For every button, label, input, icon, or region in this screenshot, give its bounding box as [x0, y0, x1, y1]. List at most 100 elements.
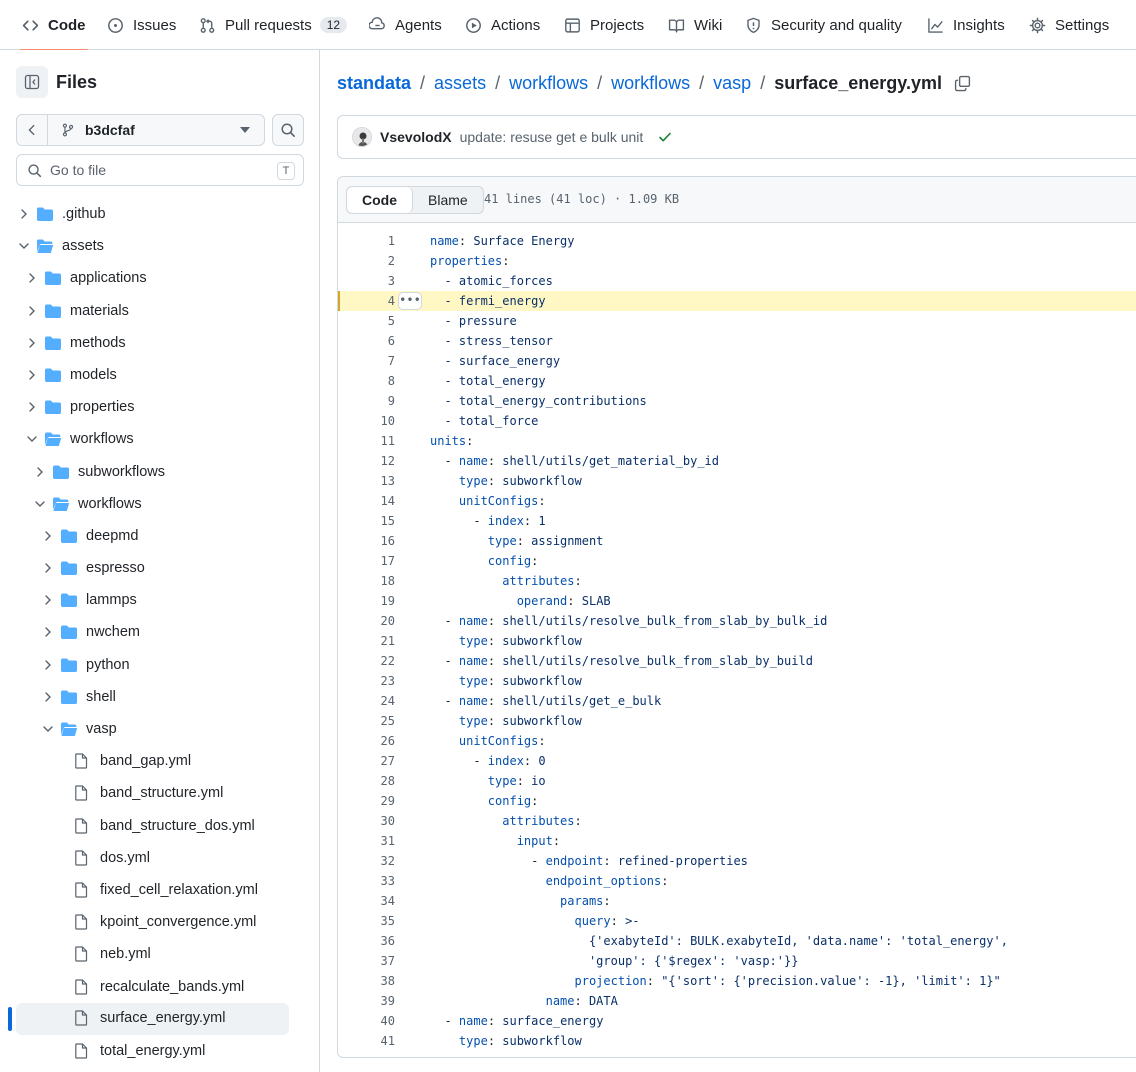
line-number[interactable]: 10 — [338, 414, 395, 428]
chevron-right-icon[interactable] — [32, 464, 48, 480]
tree-file-item[interactable]: band_gap.yml — [72, 746, 191, 776]
line-number[interactable]: 9 — [338, 394, 395, 408]
line-number[interactable]: 16 — [338, 534, 395, 548]
line-number[interactable]: 39 — [338, 994, 395, 1008]
tree-file-item[interactable]: band_structure.yml — [72, 778, 223, 808]
line-number[interactable]: 32 — [338, 854, 395, 868]
chevron-right-icon[interactable] — [24, 399, 40, 415]
tab-settings[interactable]: Settings — [1029, 0, 1109, 50]
line-number[interactable]: 36 — [338, 934, 395, 948]
line-number[interactable]: 24 — [338, 694, 395, 708]
line-number[interactable]: 22 — [338, 654, 395, 668]
breadcrumb-link[interactable]: workflows — [509, 73, 588, 94]
tab-projects[interactable]: Projects — [564, 0, 644, 50]
line-number[interactable]: 17 — [338, 554, 395, 568]
tree-file-item[interactable]: recalculate_bands.yml — [72, 972, 244, 1002]
tree-folder-item[interactable]: workflows — [32, 489, 142, 519]
tree-folder-item[interactable]: materials — [24, 296, 129, 326]
chevron-right-icon[interactable] — [40, 560, 56, 576]
tree-folder-item[interactable]: vasp — [40, 714, 117, 744]
line-number[interactable]: 38 — [338, 974, 395, 988]
line-number[interactable]: 5 — [338, 314, 395, 328]
line-number[interactable]: 27 — [338, 754, 395, 768]
tree-folder-item[interactable]: models — [24, 360, 117, 390]
line-number[interactable]: 41 — [338, 1034, 395, 1048]
branch-selector[interactable]: b3dcfaf — [47, 114, 265, 146]
tab-code[interactable]: Code — [20, 0, 87, 51]
tab-wiki[interactable]: Wiki — [668, 0, 722, 50]
tree-file-item[interactable]: neb.yml — [72, 939, 151, 969]
tree-folder-item[interactable]: assets — [16, 231, 104, 261]
chevron-right-icon[interactable] — [24, 303, 40, 319]
blame-view-button[interactable]: Blame — [413, 187, 483, 213]
line-number[interactable]: 23 — [338, 674, 395, 688]
line-number[interactable]: 15 — [338, 514, 395, 528]
chevron-down-icon[interactable] — [24, 431, 40, 447]
chevron-down-icon[interactable] — [16, 238, 32, 254]
chevron-right-icon[interactable] — [24, 335, 40, 351]
back-button[interactable] — [16, 114, 48, 146]
line-number[interactable]: 13 — [338, 474, 395, 488]
chevron-right-icon[interactable] — [24, 367, 40, 383]
line-number[interactable]: 35 — [338, 914, 395, 928]
line-number[interactable]: 28 — [338, 774, 395, 788]
chevron-right-icon[interactable] — [24, 270, 40, 286]
tab-insights[interactable]: Insights — [927, 0, 1005, 50]
line-number[interactable]: 6 — [338, 334, 395, 348]
commit-message[interactable]: update: resuse get e bulk unit — [460, 129, 644, 145]
tree-folder-item[interactable]: methods — [24, 328, 126, 358]
tree-file-item[interactable]: band_structure_dos.yml — [72, 811, 255, 841]
line-number[interactable]: 8 — [338, 374, 395, 388]
chevron-down-icon[interactable] — [40, 721, 56, 737]
tree-folder-item[interactable]: workflows — [24, 424, 134, 454]
chevron-right-icon[interactable] — [16, 206, 32, 222]
line-number[interactable]: 29 — [338, 794, 395, 808]
line-number[interactable]: 20 — [338, 614, 395, 628]
go-to-file-input[interactable] — [50, 162, 270, 178]
tab-security[interactable]: Security and quality — [745, 0, 902, 50]
line-number[interactable]: 26 — [338, 734, 395, 748]
tree-folder-item[interactable]: subworkflows — [32, 457, 165, 487]
line-number[interactable]: 3 — [338, 274, 395, 288]
breadcrumb-link[interactable]: workflows — [611, 73, 690, 94]
search-files-button[interactable] — [272, 114, 304, 146]
line-number[interactable]: 11 — [338, 434, 395, 448]
tree-file-item[interactable]: fixed_cell_relaxation.yml — [72, 875, 258, 905]
line-number[interactable]: 40 — [338, 1014, 395, 1028]
tree-folder-item[interactable]: shell — [40, 682, 116, 712]
line-number[interactable]: 1 — [338, 234, 395, 248]
tree-folder-item[interactable]: properties — [24, 392, 134, 422]
line-options-button[interactable]: ••• — [398, 292, 422, 310]
line-number[interactable]: 30 — [338, 814, 395, 828]
tree-folder-item[interactable]: nwchem — [40, 617, 140, 647]
breadcrumb-link[interactable]: vasp — [713, 73, 751, 94]
check-icon[interactable] — [657, 129, 673, 145]
line-number[interactable]: 14 — [338, 494, 395, 508]
breadcrumb-repo-link[interactable]: standata — [337, 73, 411, 94]
tree-file-item[interactable]: dos.yml — [72, 843, 150, 873]
chevron-right-icon[interactable] — [40, 689, 56, 705]
tree-file-item[interactable]: total_energy.yml — [72, 1036, 205, 1066]
chevron-right-icon[interactable] — [40, 592, 56, 608]
line-number[interactable]: 19 — [338, 594, 395, 608]
tree-folder-item[interactable]: lammps — [40, 585, 137, 615]
line-number[interactable]: 7 — [338, 354, 395, 368]
line-number[interactable]: 21 — [338, 634, 395, 648]
line-number[interactable]: 31 — [338, 834, 395, 848]
tree-folder-item[interactable]: deepmd — [40, 521, 138, 551]
tab-issues[interactable]: Issues — [107, 0, 176, 50]
line-number[interactable]: 2 — [338, 254, 395, 268]
line-number[interactable]: 18 — [338, 574, 395, 588]
tree-file-item[interactable]: kpoint_convergence.yml — [72, 907, 256, 937]
commit-author[interactable]: VsevolodX — [380, 129, 452, 145]
line-number[interactable]: 37 — [338, 954, 395, 968]
line-number[interactable]: 33 — [338, 874, 395, 888]
chevron-right-icon[interactable] — [40, 624, 56, 640]
tree-folder-item[interactable]: espresso — [40, 553, 145, 583]
chevron-right-icon[interactable] — [40, 528, 56, 544]
go-to-file-field[interactable]: T — [16, 154, 304, 186]
avatar[interactable] — [352, 127, 372, 147]
tree-folder-item[interactable]: applications — [24, 263, 147, 293]
line-number[interactable]: 34 — [338, 894, 395, 908]
chevron-down-icon[interactable] — [32, 496, 48, 512]
